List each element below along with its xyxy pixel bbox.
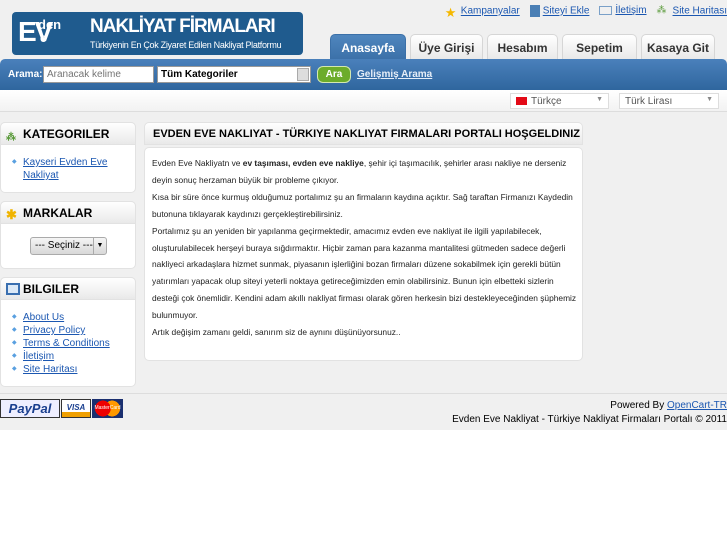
powered-by: Powered By	[610, 400, 667, 411]
paypal-logo: PayPal	[0, 399, 60, 418]
paragraph: Kısa bir süre önce kurmuş olduğumuz port…	[152, 191, 573, 219]
language-value: Türkçe	[531, 96, 562, 107]
brands-select-value: --- Seçiniz ---	[35, 240, 93, 251]
bold-text: ev taşıması, evden eve nakliye	[242, 158, 364, 168]
category-select[interactable]: Tüm Kategoriler	[157, 66, 311, 83]
logo-den: den	[38, 17, 62, 32]
info-link-iletisim[interactable]: İletişim	[23, 351, 54, 362]
categories-list: Kayseri Evden Eve Nakliyat	[12, 156, 122, 182]
welcome-content: Evden Eve Nakliyatn ve ev taşıması, evde…	[152, 155, 577, 341]
paragraph: Portalımız şu an yeniden bir yapılanma g…	[152, 225, 577, 321]
site-logo[interactable]: EV den e NAKLİYAT FİRMALARI Türkiyenin E…	[12, 12, 303, 55]
text: Evden Eve Nakliyatn ve	[152, 158, 243, 168]
info-link-about-us[interactable]: About Us	[23, 312, 64, 323]
link-siteyi-ekle[interactable]: Siteyi Ekle	[543, 6, 590, 17]
chevron-down-icon	[297, 68, 309, 81]
categories-header: ⁂ KATEGORILER	[0, 122, 136, 145]
brands-title: MARKALAR	[23, 206, 93, 220]
tab-anasayfa[interactable]: Anasayfa	[330, 34, 406, 60]
search-input[interactable]	[43, 66, 154, 83]
footer-text: Powered By OpenCart-TR Evden Eve Nakliya…	[452, 399, 727, 427]
tab-uye-girisi[interactable]: Üye Girişi	[410, 34, 483, 60]
info-list: About Us Privacy Policy Terms & Conditio…	[12, 311, 110, 376]
puzzle-icon: ✱	[6, 207, 17, 222]
categories-title: KATEGORILER	[23, 127, 110, 141]
chevron-down-icon: ▼	[706, 96, 713, 103]
copyright: Evden Eve Nakliyat - Türkiye Nakliyat Fi…	[452, 414, 727, 425]
info-link-terms[interactable]: Terms & Conditions	[23, 338, 110, 349]
info-link-site-haritasi[interactable]: Site Haritası	[23, 364, 77, 375]
tab-hesabim[interactable]: Hesabım	[487, 34, 558, 60]
language-select[interactable]: Türkçe ▼	[510, 93, 609, 109]
turkish-flag-icon	[516, 97, 527, 105]
tab-sepetim[interactable]: Sepetim	[562, 34, 637, 60]
brands-header: ✱ MARKALAR	[0, 201, 136, 224]
link-iletisim[interactable]: İletişim	[615, 5, 646, 16]
logo-e: e	[40, 31, 47, 45]
search-button[interactable]: Ara	[317, 66, 351, 83]
logo-title: NAKLİYAT FİRMALARI	[90, 16, 276, 37]
logo-tagline: Türkiyenin En Çok Ziyaret Edilen Nakliya…	[90, 40, 282, 50]
chevron-down-icon: ▼	[596, 96, 603, 103]
link-site-haritasi[interactable]: Site Haritası	[673, 6, 727, 17]
welcome-title: EVDEN EVE NAKLIYAT - TÜRKIYE NAKLIYAT FI…	[153, 128, 580, 140]
paragraph: Evden Eve Nakliyatn ve ev taşıması, evde…	[152, 155, 577, 189]
payment-logos: PayPal VISA MasterCard	[0, 399, 123, 418]
footer-divider	[0, 393, 727, 394]
tab-kasaya-git[interactable]: Kasaya Git	[641, 34, 715, 60]
mastercard-logo: MasterCard	[92, 399, 123, 418]
info-link-privacy-policy[interactable]: Privacy Policy	[23, 325, 85, 336]
top-links: ★ Kampanyalar Siteyi Ekle İletişim ⁂ Site …	[444, 5, 727, 20]
bookmark-add-icon	[529, 5, 540, 17]
link-kampanyalar[interactable]: Kampanyalar	[461, 6, 520, 17]
chevron-down-icon: ▼	[93, 238, 106, 254]
category-select-value: Tüm Kategoriler	[161, 69, 238, 80]
info-header: BILGILER	[0, 277, 136, 300]
currency-value: Türk Lirası	[625, 96, 673, 107]
paragraph: Artık değişim zamanı geldi, sanırım siz …	[152, 327, 401, 338]
book-icon	[6, 283, 20, 295]
search-label: Arama:	[8, 69, 43, 80]
sitemap-icon: ⁂	[656, 5, 667, 16]
category-item[interactable]: Kayseri Evden Eve Nakliyat	[23, 157, 108, 181]
opencart-link[interactable]: OpenCart-TR	[667, 400, 727, 411]
mail-icon	[599, 5, 613, 15]
advanced-search-link[interactable]: Gelişmiş Arama	[357, 69, 432, 80]
welcome-header: EVDEN EVE NAKLIYAT - TÜRKIYE NAKLIYAT FI…	[144, 122, 583, 145]
star-icon: ★	[444, 5, 457, 20]
visa-logo: VISA	[61, 399, 91, 418]
search-bar: Arama: Tüm Kategoriler Ara Gelişmiş Aram…	[0, 59, 727, 90]
info-title: BILGILER	[23, 282, 79, 296]
locale-bar: Türkçe ▼ Türk Lirası ▼	[0, 90, 727, 112]
currency-select[interactable]: Türk Lirası ▼	[619, 93, 719, 109]
brands-select[interactable]: --- Seçiniz --- ▼	[30, 237, 107, 255]
sitemap-icon: ⁂	[6, 132, 16, 143]
